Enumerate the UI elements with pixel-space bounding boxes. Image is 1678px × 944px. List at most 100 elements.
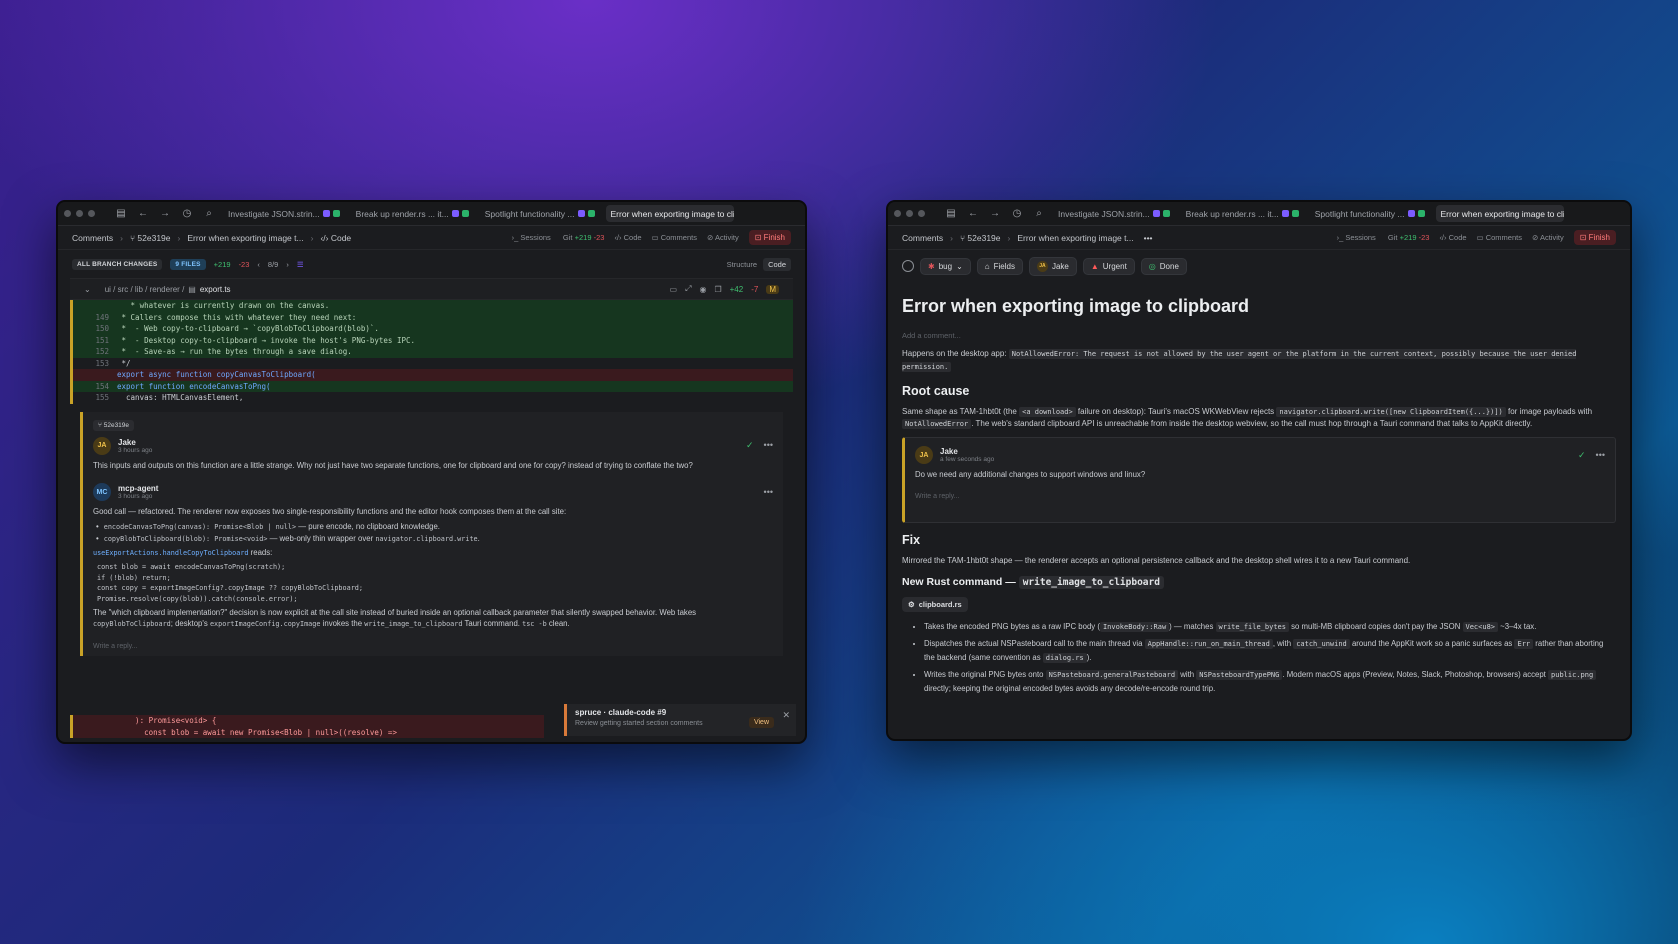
- close-icon[interactable]: ✕: [782, 710, 790, 721]
- tab-investigate[interactable]: Investigate JSON.strin...: [223, 205, 345, 222]
- crumb-commit[interactable]: 52e319e: [137, 233, 170, 243]
- sidebar-icon[interactable]: ▤: [113, 206, 129, 222]
- rust-icon: ⚙: [908, 599, 915, 609]
- code-line: 152 * - Save-as → run the bytes through …: [70, 346, 793, 358]
- changes-add: +219: [213, 259, 231, 269]
- nav-git[interactable]: Git +219 -23: [561, 233, 605, 242]
- code-line: ): Promise<void> {: [70, 715, 544, 727]
- nav-sessions[interactable]: ›_ Sessions: [1337, 233, 1376, 242]
- nav-code[interactable]: ‹/› Code: [614, 233, 641, 242]
- comment-time: 3 hours ago: [118, 446, 153, 454]
- crumb-issue[interactable]: Error when exporting image t...: [187, 233, 303, 243]
- code-line: export async function copyCanvasToClipbo…: [70, 369, 793, 381]
- status-circle-icon[interactable]: [902, 260, 914, 272]
- comment-icon[interactable]: ▭: [670, 285, 678, 294]
- more-icon[interactable]: •••: [764, 440, 773, 451]
- more-icon[interactable]: •••: [1144, 233, 1153, 243]
- priority-button[interactable]: ▲ Urgent: [1082, 257, 1135, 275]
- nav-activity[interactable]: ⊘ Activity: [1532, 233, 1564, 242]
- view-button[interactable]: View: [748, 717, 774, 728]
- window-controls[interactable]: [64, 210, 95, 217]
- nav-comments[interactable]: ▭ Comments: [1477, 233, 1522, 242]
- history-icon[interactable]: ◷: [1009, 206, 1025, 222]
- tab-spotlight[interactable]: Spotlight functionality ...: [480, 205, 600, 222]
- done-circle-icon: ◎: [1148, 261, 1156, 271]
- forward-arrow-icon[interactable]: →: [157, 206, 173, 222]
- forward-arrow-icon[interactable]: →: [987, 206, 1003, 222]
- toast-title: spruce · claude-code #9: [575, 708, 667, 717]
- tab-break-up[interactable]: Break up render.rs ... it...: [1181, 205, 1304, 222]
- check-icon[interactable]: ✓: [1578, 450, 1586, 461]
- crumb-comments[interactable]: Comments: [72, 233, 113, 243]
- expand-icon[interactable]: ⤢: [685, 284, 691, 294]
- files-pill[interactable]: 9 FILES: [170, 258, 206, 270]
- code-line: * whatever is currently drawn on the can…: [70, 300, 793, 312]
- finish-button[interactable]: ⊡ Finish: [748, 230, 791, 245]
- code-icon: ‹/›: [320, 232, 329, 243]
- notification-toast[interactable]: spruce · claude-code #9 Review getting s…: [564, 704, 796, 736]
- nav-git[interactable]: Git +219 -23: [1386, 233, 1430, 242]
- assignee-button[interactable]: JA Jake: [1028, 256, 1077, 276]
- crumb-commit[interactable]: 52e319e: [967, 233, 1000, 243]
- file-chip[interactable]: ⚙ clipboard.rs: [902, 596, 968, 612]
- heading-fix: Fix: [902, 533, 921, 548]
- nav-activity[interactable]: ⊘ Activity: [707, 233, 739, 242]
- crumb-code[interactable]: Code: [331, 233, 351, 243]
- eye-icon[interactable]: ◉: [699, 285, 706, 294]
- finish-button[interactable]: ⊡ Finish: [1573, 230, 1616, 245]
- file-icon: ▤: [188, 284, 196, 294]
- prev-file-icon[interactable]: ‹: [257, 260, 260, 269]
- comment-header: MC mcp-agent 3 hours ago •••: [93, 483, 773, 502]
- label-dropdown[interactable]: ✱ bug ⌄: [920, 257, 971, 275]
- changes-del: -23: [238, 259, 250, 269]
- tab-spotlight[interactable]: Spotlight functionality ...: [1310, 205, 1430, 222]
- all-branch-changes-pill[interactable]: ALL BRANCH CHANGES: [72, 258, 163, 270]
- check-icon[interactable]: ✓: [746, 440, 754, 451]
- list-icon[interactable]: ☰: [297, 260, 304, 269]
- right-window: ▤ ← → ◷ ⌕ Investigate JSON.strin... Brea…: [886, 200, 1632, 741]
- commit-tag[interactable]: ⑂ 52e319e: [93, 419, 135, 431]
- code-line: 149 * Callers compose this with whatever…: [70, 311, 793, 323]
- crumb-issue[interactable]: Error when exporting image t...: [1017, 233, 1133, 243]
- back-arrow-icon[interactable]: ←: [965, 206, 981, 222]
- reply-input[interactable]: Write a reply...: [915, 493, 1605, 500]
- window-controls[interactable]: [894, 210, 925, 217]
- list-item: Dispatches the actual NSPasteboard call …: [924, 637, 1616, 665]
- crumb-comments[interactable]: Comments: [902, 233, 943, 243]
- nav-sessions[interactable]: ›_ Sessions: [512, 233, 551, 242]
- structure-toggle[interactable]: Structure: [727, 260, 757, 269]
- avatar: JA: [1036, 260, 1048, 272]
- search-icon[interactable]: ⌕: [1031, 206, 1047, 222]
- chevron-down-icon: ⌄: [956, 261, 963, 271]
- fields-button[interactable]: ⌂ Fields: [976, 257, 1023, 275]
- tab-error-export[interactable]: Error when exporting image to cli...⌄: [605, 205, 734, 222]
- list-item: encodeCanvasToPng(canvas): Promise<Blob …: [104, 522, 773, 532]
- tab-break-up[interactable]: Break up render.rs ... it...: [351, 205, 474, 222]
- more-icon[interactable]: •••: [1596, 450, 1605, 461]
- nav-code[interactable]: ‹/› Code: [1439, 233, 1466, 242]
- copy-icon[interactable]: ❐: [714, 285, 721, 294]
- more-icon[interactable]: •••: [764, 487, 773, 497]
- add-comment-input[interactable]: Add a comment...: [902, 331, 1616, 340]
- issue-toolbar: ✱ bug ⌄ ⌂ Fields JA Jake ▲ Urgent ◎ Done: [888, 250, 1630, 282]
- avatar: JA: [93, 436, 111, 455]
- issue-title[interactable]: Error when exporting image to clipboard: [902, 296, 1616, 317]
- list-item: Takes the encoded PNG bytes as a raw IPC…: [924, 620, 1616, 634]
- nav-comments[interactable]: ▭ Comments: [652, 233, 697, 242]
- next-file-icon[interactable]: ›: [286, 260, 289, 269]
- status-button[interactable]: ◎ Done: [1140, 257, 1187, 275]
- history-icon[interactable]: ◷: [179, 206, 195, 222]
- code-block: const blob = await encodeCanvasToPng(scr…: [97, 563, 363, 603]
- back-arrow-icon[interactable]: ←: [135, 206, 151, 222]
- modified-badge: M: [766, 284, 779, 294]
- tab-investigate[interactable]: Investigate JSON.strin...: [1053, 205, 1175, 222]
- search-icon[interactable]: ⌕: [201, 206, 217, 222]
- title-bar: ▤ ← → ◷ ⌕ Investigate JSON.strin... Brea…: [58, 202, 805, 226]
- changes-bar: ALL BRANCH CHANGES 9 FILES +219 -23 ‹ 8/…: [58, 250, 805, 278]
- collapse-chevron-icon[interactable]: ⌄: [84, 285, 91, 294]
- tab-error-export[interactable]: Error when exporting image to cli...⌄: [1435, 205, 1564, 222]
- comment-time: 3 hours ago: [118, 493, 153, 501]
- reply-input[interactable]: Write a reply...: [93, 643, 773, 650]
- code-toggle[interactable]: Code: [763, 257, 791, 271]
- sidebar-icon[interactable]: ▤: [943, 206, 959, 222]
